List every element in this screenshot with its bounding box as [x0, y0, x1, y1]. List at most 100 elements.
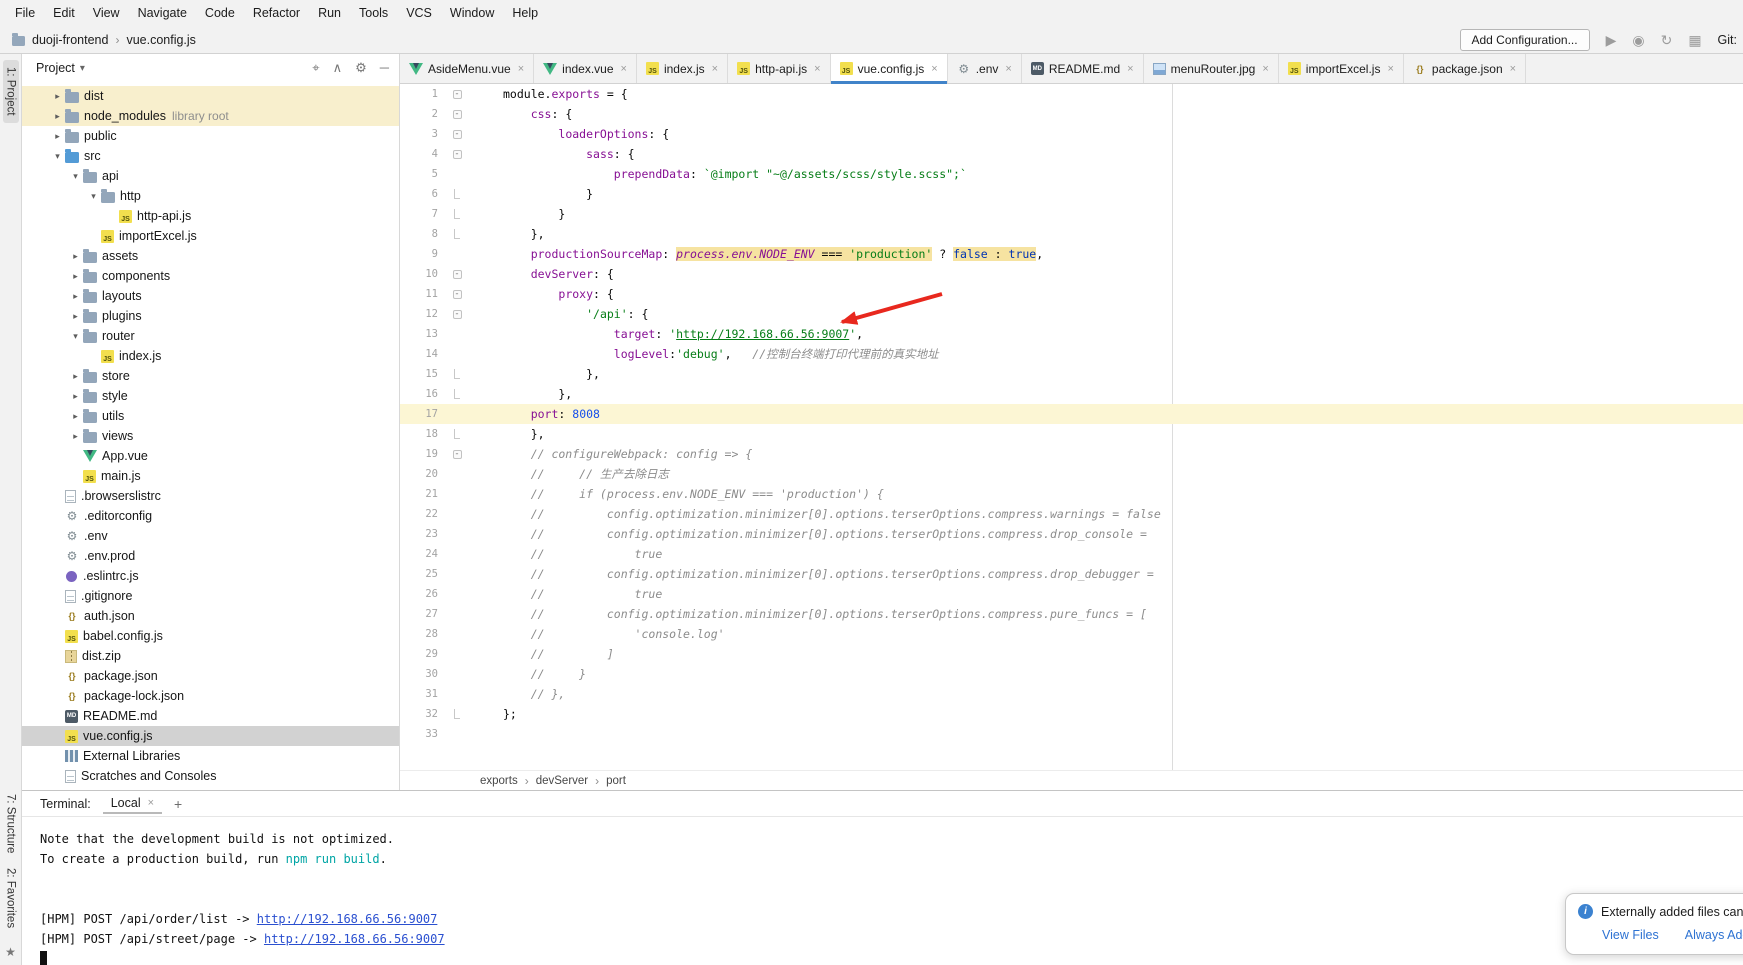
chevron-right-icon[interactable]: ▸	[68, 251, 83, 262]
tree-item-env[interactable]: .env	[22, 526, 399, 546]
git-widget[interactable]: Git:	[1718, 33, 1737, 47]
chevron-right-icon[interactable]: ▸	[68, 271, 83, 282]
menu-edit[interactable]: Edit	[44, 6, 84, 20]
tab-menurouter-jpg[interactable]: menuRouter.jpg×	[1144, 54, 1279, 83]
tree-item-dist-zip[interactable]: dist.zip	[22, 646, 399, 666]
menu-run[interactable]: Run	[309, 6, 350, 20]
tree-item-components[interactable]: ▸components	[22, 266, 399, 286]
tree-item-babel-config-js[interactable]: JSbabel.config.js	[22, 626, 399, 646]
chevron-down-icon[interactable]: ▾	[86, 191, 101, 202]
tab-asidemenu-vue[interactable]: AsideMenu.vue×	[400, 54, 534, 83]
menu-vcs[interactable]: VCS	[397, 6, 441, 20]
menu-tools[interactable]: Tools	[350, 6, 397, 20]
fold-marker[interactable]: -	[444, 284, 470, 304]
tree-item-node-modules[interactable]: ▸node_moduleslibrary root	[22, 106, 399, 126]
fold-marker[interactable]	[444, 224, 470, 244]
tree-item-browserslistrc[interactable]: .browserslistrc	[22, 486, 399, 506]
menu-refactor[interactable]: Refactor	[244, 6, 309, 20]
tool-button-2-favorites[interactable]: 2: Favorites	[3, 861, 19, 935]
tab-package-json[interactable]: {}package.json×	[1404, 54, 1526, 83]
breadcrumb-project[interactable]: duoji-frontend	[32, 33, 108, 47]
fold-marker[interactable]	[444, 184, 470, 204]
tool-button-7-structure[interactable]: 7: Structure	[3, 787, 19, 860]
tree-item-app-vue[interactable]: App.vue	[22, 446, 399, 466]
chevron-right-icon[interactable]: ▸	[68, 371, 83, 382]
tab-close-icon[interactable]: ×	[1005, 63, 1011, 75]
project-tree[interactable]: ▸dist▸node_moduleslibrary root▸public▾sr…	[22, 82, 399, 786]
new-terminal-button[interactable]: +	[174, 796, 182, 812]
hide-panel-icon[interactable]: ─	[380, 60, 389, 76]
tab-http-api-js[interactable]: JShttp-api.js×	[728, 54, 830, 83]
tab-close-icon[interactable]: ×	[1510, 63, 1516, 75]
tree-item-auth-json[interactable]: {}auth.json	[22, 606, 399, 626]
add-configuration-button[interactable]: Add Configuration...	[1460, 29, 1590, 51]
tree-item-views[interactable]: ▸views	[22, 426, 399, 446]
tab-close-icon[interactable]: ×	[621, 63, 627, 75]
tree-item-assets[interactable]: ▸assets	[22, 246, 399, 266]
tree-item-editorconfig[interactable]: .editorconfig	[22, 506, 399, 526]
sync-icon[interactable]: ↻	[1661, 33, 1673, 47]
chevron-down-icon[interactable]: ▾	[68, 331, 83, 342]
menu-navigate[interactable]: Navigate	[129, 6, 196, 20]
fold-marker[interactable]	[444, 204, 470, 224]
tree-item-public[interactable]: ▸public	[22, 126, 399, 146]
chevron-right-icon[interactable]: ▸	[68, 411, 83, 422]
tab-close-icon[interactable]: ×	[1387, 63, 1393, 75]
tree-item-utils[interactable]: ▸utils	[22, 406, 399, 426]
fold-marker[interactable]	[444, 704, 470, 724]
terminal-link[interactable]: http://192.168.66.56:9007	[257, 912, 438, 926]
tree-item-layouts[interactable]: ▸layouts	[22, 286, 399, 306]
chevron-right-icon[interactable]: ▸	[68, 391, 83, 402]
tree-item-importexcel-js[interactable]: JSimportExcel.js	[22, 226, 399, 246]
favorites-star-icon[interactable]: ★	[5, 945, 16, 959]
chevron-right-icon[interactable]: ▸	[50, 131, 65, 142]
fold-marker[interactable]: -	[444, 304, 470, 324]
tree-item-http-api-js[interactable]: JShttp-api.js	[22, 206, 399, 226]
breadcrumb-port[interactable]: port	[606, 775, 626, 787]
tree-item-package-json[interactable]: {}package.json	[22, 666, 399, 686]
tree-item-main-js[interactable]: JSmain.js	[22, 466, 399, 486]
tree-item-api[interactable]: ▾api	[22, 166, 399, 186]
terminal-tab-local[interactable]: Local ×	[103, 794, 162, 814]
menu-file[interactable]: File	[6, 6, 44, 20]
breadcrumb-devserver[interactable]: devServer	[536, 775, 588, 787]
stop-icon[interactable]: ▦	[1688, 33, 1701, 47]
tab-close-icon[interactable]: ×	[931, 63, 937, 75]
tab-close-icon[interactable]: ×	[814, 63, 820, 75]
chevron-down-icon[interactable]: ▾	[68, 171, 83, 182]
tab-importexcel-js[interactable]: JSimportExcel.js×	[1279, 54, 1404, 83]
tab-close-icon[interactable]: ×	[518, 63, 524, 75]
tree-item-external-libraries[interactable]: External Libraries	[22, 746, 399, 766]
fold-marker[interactable]: -	[444, 264, 470, 284]
always-add-link[interactable]: Always Add	[1685, 928, 1743, 942]
tree-item-package-lock-json[interactable]: {}package-lock.json	[22, 686, 399, 706]
tree-item-scratches-and-consoles[interactable]: Scratches and Consoles	[22, 766, 399, 786]
chevron-right-icon[interactable]: ▸	[50, 91, 65, 102]
menu-view[interactable]: View	[84, 6, 129, 20]
tree-item-env-prod[interactable]: .env.prod	[22, 546, 399, 566]
terminal-output[interactable]: Note that the development build is not o…	[22, 817, 1743, 965]
tab-readme-md[interactable]: MDREADME.md×	[1022, 54, 1144, 83]
tab-index-vue[interactable]: index.vue×	[534, 54, 637, 83]
tab-close-icon[interactable]: ×	[1262, 63, 1268, 75]
chevron-down-icon[interactable]: ▾	[80, 63, 85, 74]
tree-item-gitignore[interactable]: .gitignore	[22, 586, 399, 606]
locate-icon[interactable]: ⌖	[312, 60, 319, 76]
tree-item-store[interactable]: ▸store	[22, 366, 399, 386]
tool-button-1-project[interactable]: 1: Project	[3, 60, 19, 123]
chevron-right-icon[interactable]: ▸	[68, 311, 83, 322]
tree-item-readme-md[interactable]: MDREADME.md	[22, 706, 399, 726]
collapse-all-icon[interactable]: ∧	[333, 60, 343, 76]
fold-marker[interactable]: -	[444, 144, 470, 164]
tree-item-http[interactable]: ▾http	[22, 186, 399, 206]
fold-marker[interactable]	[444, 424, 470, 444]
menu-help[interactable]: Help	[503, 6, 547, 20]
tab-close-icon[interactable]: ×	[712, 63, 718, 75]
tree-item-router[interactable]: ▾router	[22, 326, 399, 346]
tree-item-index-js[interactable]: JSindex.js	[22, 346, 399, 366]
chevron-right-icon[interactable]: ▸	[50, 111, 65, 122]
fold-marker[interactable]: -	[444, 84, 470, 104]
tree-item-style[interactable]: ▸style	[22, 386, 399, 406]
fold-marker[interactable]: -	[444, 444, 470, 464]
tree-item-vue-config-js[interactable]: JSvue.config.js	[22, 726, 399, 746]
